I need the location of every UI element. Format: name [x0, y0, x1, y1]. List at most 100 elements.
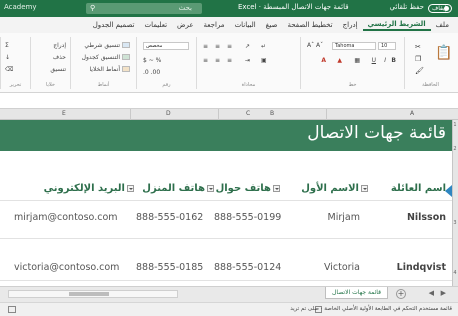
header-email-label: البريد الإلكتروني	[43, 183, 125, 194]
cell-home-phone[interactable]: 888-555-0162	[136, 212, 203, 223]
search-box[interactable]: ⚲ بحث	[86, 3, 202, 14]
tab-review[interactable]: مراجعة	[199, 21, 230, 29]
header-first-name[interactable]: الاسم الأول	[301, 183, 370, 194]
status-bar: قائمة مستخدم التحكم في الطابعة الأولية ا…	[0, 302, 458, 316]
prev-sheet-icon[interactable]: ◀	[429, 289, 434, 297]
align-center-icon[interactable]: ≡	[215, 57, 220, 64]
row-number[interactable]: 4	[452, 270, 458, 276]
toggle-knob	[444, 6, 449, 11]
fill-icon[interactable]: ↓	[5, 54, 10, 61]
sheet-tab-contacts[interactable]: قائمة جهات الاتصال	[325, 287, 388, 299]
borders-icon[interactable]: ▦	[354, 57, 360, 64]
align-middle-icon[interactable]: ≡	[215, 43, 220, 50]
column-header-a[interactable]: A	[410, 110, 414, 117]
horizontal-scrollbar[interactable]	[8, 290, 178, 298]
paste-icon[interactable]: 📋	[435, 45, 452, 61]
italic-icon[interactable]: I	[384, 57, 386, 64]
add-sheet-button[interactable]: +	[396, 289, 406, 299]
autosum-icon[interactable]: Σ	[5, 42, 9, 49]
align-left-icon[interactable]: ≡	[203, 57, 208, 64]
cell-mobile[interactable]: 888-555-0199	[214, 212, 281, 223]
tab-formulas[interactable]: صيغ	[261, 21, 283, 29]
align-bottom-icon[interactable]: ≡	[227, 43, 232, 50]
underline-icon[interactable]: U	[372, 57, 376, 64]
font-group-label: خط	[348, 82, 357, 88]
number-group: مخصص $ ~ % .0 .00 رقم	[136, 37, 196, 89]
column-header-d[interactable]: D	[166, 110, 171, 117]
tab-home[interactable]: الشريط الرئيسي	[362, 20, 431, 31]
font-color-icon[interactable]: A	[321, 57, 326, 64]
insert-cells-button[interactable]: إدراج	[53, 42, 66, 49]
header-mobile[interactable]: هاتف حوال	[216, 183, 282, 194]
tab-table-design[interactable]: تصميم الجدول	[88, 21, 140, 29]
header-last-name[interactable]: اسم العائلة	[391, 183, 446, 194]
column-header-e[interactable]: E	[62, 110, 66, 117]
alignment-group-label: محاذاة	[241, 82, 256, 88]
next-sheet-icon[interactable]: ▶	[441, 289, 446, 297]
filter-dropdown-icon[interactable]	[207, 184, 214, 192]
conditional-format-button[interactable]: تنسيق شرطي	[84, 42, 120, 49]
page-view-icon[interactable]	[8, 306, 16, 313]
row-number[interactable]: 2	[452, 146, 458, 152]
align-right-icon[interactable]: ≡	[227, 57, 232, 64]
header-home-phone-label: هاتف المنزل	[142, 183, 205, 194]
cell-first-name[interactable]: Mirjam	[328, 212, 360, 223]
tab-help[interactable]: تعليمات	[140, 21, 173, 29]
column-header-b[interactable]: B	[270, 110, 274, 117]
autosave-toggle[interactable]: إيقاف	[428, 4, 452, 13]
cut-icon[interactable]: ✂	[415, 43, 421, 51]
cell-last-name[interactable]: Nilsson	[407, 212, 446, 223]
autosave-label: حفظ تلقائي	[389, 3, 424, 11]
clear-icon[interactable]: ⌫	[5, 66, 13, 73]
filter-dropdown-icon[interactable]	[273, 184, 280, 192]
tab-view[interactable]: عرض	[172, 21, 199, 29]
row-divider	[0, 280, 452, 281]
ribbon: 📋 ✂ ❐ 🖌 الحافظة Tahoma 10 Aˆ Aˇ B I U ▦ …	[0, 33, 458, 93]
cell-email[interactable]: mirjam@contoso.com	[14, 212, 118, 223]
tab-data[interactable]: البيانات	[230, 21, 261, 29]
align-top-icon[interactable]: ≡	[203, 43, 208, 50]
cells-group: إدراج حذف تنسيق خلايا	[30, 37, 70, 89]
currency-icon[interactable]: $ ~ %	[143, 57, 161, 64]
delete-cells-button[interactable]: حذف	[53, 54, 66, 61]
column-header-c[interactable]: C	[246, 110, 250, 117]
row-divider	[0, 238, 452, 239]
decimal-icon[interactable]: .0 .00	[143, 69, 160, 76]
format-table-button[interactable]: التنسيق كجدول	[82, 54, 120, 61]
font-name-select[interactable]: Tahoma	[332, 42, 376, 50]
scrollbar-thumb[interactable]	[69, 292, 109, 296]
bold-icon[interactable]: B	[391, 57, 396, 64]
title-banner: قائمة جهات الاتصال	[0, 120, 452, 151]
format-painter-icon[interactable]: 🖌	[415, 67, 424, 75]
fill-color-icon[interactable]: ▲	[337, 57, 342, 64]
cell-mobile[interactable]: 888-555-0124	[214, 262, 281, 273]
tab-page-layout[interactable]: تخطيط الصفحة	[282, 21, 337, 29]
sheet-title: قائمة جهات الاتصال	[307, 123, 446, 143]
tab-insert[interactable]: إدراج	[338, 21, 363, 29]
wrap-text-icon[interactable]: ↵	[261, 43, 266, 50]
header-home-phone[interactable]: هاتف المنزل	[142, 183, 216, 194]
number-group-label: رقم	[162, 82, 171, 88]
row-number[interactable]: 1	[452, 122, 458, 128]
indent-icon[interactable]: ⇥	[245, 57, 250, 64]
cell-last-name[interactable]: Lindqvist	[397, 262, 446, 273]
cells-group-label: خلايا	[46, 82, 55, 88]
copy-icon[interactable]: ❐	[415, 55, 421, 63]
row-number[interactable]: 3	[452, 220, 458, 226]
column-divider	[130, 109, 131, 120]
merge-icon[interactable]: ▣	[261, 57, 267, 64]
excel-window: Academy ⚲ بحث Excel · قائمة جهات الاتصال…	[0, 0, 458, 316]
cell-home-phone[interactable]: 888-555-0185	[136, 262, 203, 273]
tab-file[interactable]: ملف	[431, 21, 454, 29]
cell-email[interactable]: victoria@contoso.com	[14, 262, 119, 273]
cell-first-name[interactable]: Victoria	[324, 262, 360, 273]
orientation-icon[interactable]: ↗	[245, 43, 250, 50]
header-email[interactable]: البريد الإلكتروني	[44, 183, 136, 194]
cell-styles-button[interactable]: أنماط الخلايا	[89, 66, 120, 73]
number-format-select[interactable]: مخصص	[143, 42, 189, 50]
filter-dropdown-icon[interactable]	[127, 184, 134, 192]
filter-dropdown-icon[interactable]	[361, 184, 368, 192]
format-cells-button[interactable]: تنسيق	[50, 66, 66, 73]
font-size-select[interactable]: 10	[378, 42, 396, 50]
grow-font-icon[interactable]: Aˆ Aˇ	[307, 42, 323, 49]
